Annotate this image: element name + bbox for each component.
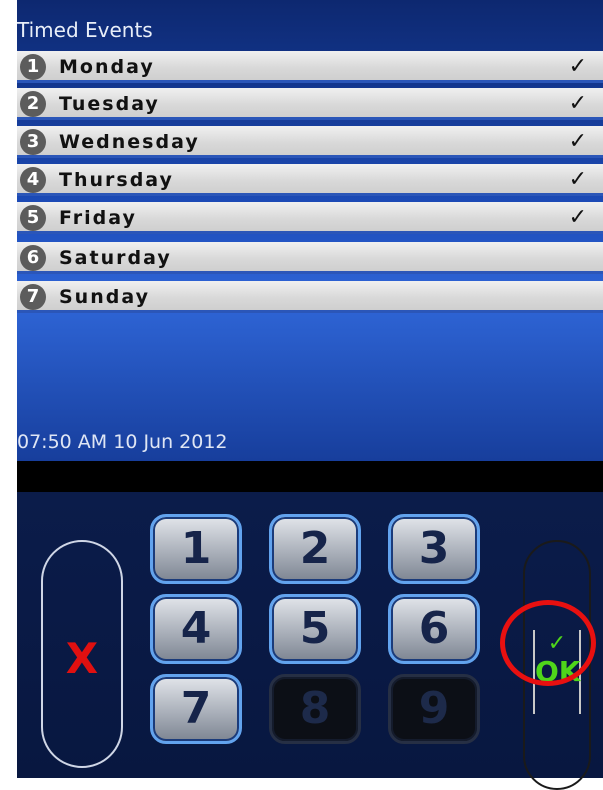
status-datetime: 07:50 AM 10 Jun 2012 (17, 431, 228, 453)
check-icon: ✓ (568, 91, 587, 116)
key-5[interactable]: 5 (269, 594, 361, 664)
key-2[interactable]: 2 (269, 514, 361, 584)
number-badge: 7 (20, 284, 46, 310)
ok-label: OK (535, 655, 581, 688)
day-row-monday[interactable]: 1 Monday ✓ (17, 51, 603, 83)
cancel-x-icon: X (65, 634, 99, 683)
day-label: Friday (59, 207, 137, 229)
day-label: Sunday (59, 286, 150, 308)
key-7[interactable]: 7 (150, 674, 242, 744)
timed-events-screen: Timed Events 1 Monday ✓ 2 Tuesday ✓ 3 We… (17, 0, 603, 461)
cancel-button[interactable]: X (41, 540, 123, 768)
key-9[interactable]: 9 (388, 674, 480, 744)
keypad-panel: X 1 2 3 4 5 6 7 8 9 ✓ OK (17, 492, 603, 790)
ok-button[interactable]: ✓ OK (523, 540, 591, 790)
number-badge: 3 (20, 129, 46, 155)
screen-title: Timed Events (17, 18, 153, 42)
number-badge: 1 (20, 54, 46, 80)
number-badge: 2 (20, 91, 46, 117)
day-label: Tuesday (59, 93, 160, 115)
ok-button-face: ✓ OK (533, 630, 581, 714)
check-icon: ✓ (568, 129, 587, 154)
divider-strip (17, 461, 603, 492)
check-icon: ✓ (568, 205, 587, 230)
day-label: Thursday (59, 169, 174, 191)
day-row-wednesday[interactable]: 3 Wednesday ✓ (17, 126, 603, 158)
ok-check-icon: ✓ (547, 631, 567, 656)
key-8[interactable]: 8 (269, 674, 361, 744)
number-badge: 6 (20, 245, 46, 271)
check-icon: ✓ (568, 167, 587, 192)
number-badge: 4 (20, 167, 46, 193)
day-row-thursday[interactable]: 4 Thursday ✓ (17, 164, 603, 196)
day-row-sunday[interactable]: 7 Sunday (17, 281, 603, 313)
day-row-tuesday[interactable]: 2 Tuesday ✓ (17, 88, 603, 120)
day-row-friday[interactable]: 5 Friday ✓ (17, 202, 603, 234)
number-badge: 5 (20, 205, 46, 231)
day-label: Monday (59, 56, 155, 78)
day-label: Wednesday (59, 131, 200, 153)
check-icon: ✓ (568, 54, 587, 79)
key-3[interactable]: 3 (388, 514, 480, 584)
day-label: Saturday (59, 247, 172, 269)
day-row-saturday[interactable]: 6 Saturday (17, 242, 603, 274)
key-1[interactable]: 1 (150, 514, 242, 584)
key-4[interactable]: 4 (150, 594, 242, 664)
key-6[interactable]: 6 (388, 594, 480, 664)
